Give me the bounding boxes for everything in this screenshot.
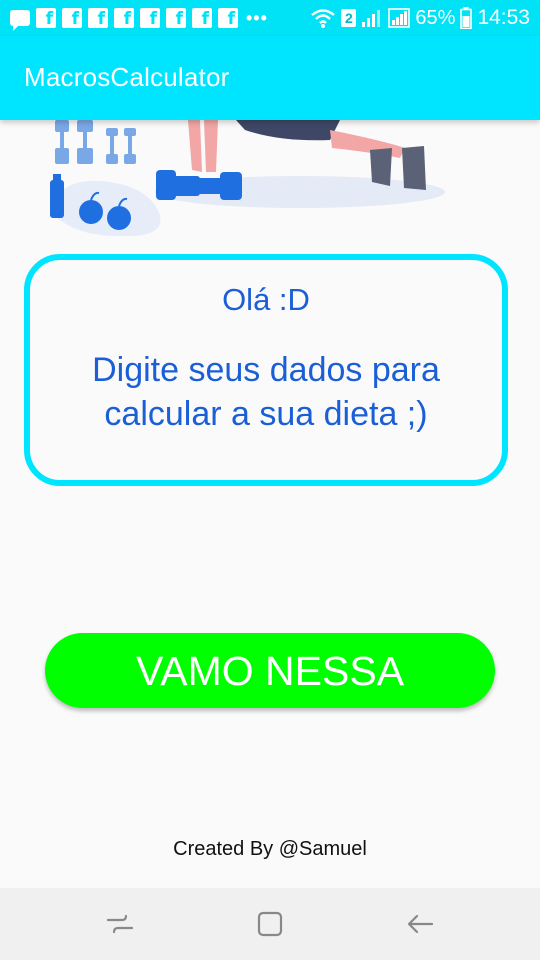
battery-icon — [460, 7, 473, 29]
facebook-icon: f — [218, 8, 238, 28]
facebook-icon: f — [36, 8, 56, 28]
more-dots-icon: ••• — [246, 8, 268, 28]
message-card: Olá :D Digite seus dados para calcular a… — [24, 254, 508, 486]
status-bar: f f f f f f f f ••• 2 65% 14:53 — [0, 0, 540, 36]
signal-icon — [362, 10, 381, 27]
facebook-icon: f — [166, 8, 186, 28]
app-title: MacrosCalculator — [24, 62, 230, 92]
app-bar: MacrosCalculator — [0, 36, 540, 120]
bottle-icon — [50, 174, 64, 218]
battery-percent: 65% — [415, 7, 456, 29]
navigation-bar — [0, 888, 540, 960]
facebook-icon: f — [192, 8, 212, 28]
facebook-icon: f — [114, 8, 134, 28]
system-icons: 2 65% 14:53 — [310, 6, 530, 30]
chat-icon — [10, 10, 30, 31]
fitness-illustration — [50, 120, 445, 237]
illustration-blob — [50, 180, 161, 237]
facebook-icon: f — [62, 8, 82, 28]
start-button[interactable]: VAMO NESSA — [45, 633, 495, 708]
facebook-icon: f — [88, 8, 108, 28]
home-icon[interactable] — [252, 906, 288, 942]
dumbbells-icon — [55, 120, 136, 164]
back-icon[interactable] — [402, 906, 438, 942]
clock: 14:53 — [477, 6, 530, 29]
recent-apps-icon[interactable] — [102, 906, 138, 942]
wifi-icon — [311, 9, 336, 28]
facebook-icon: f — [140, 8, 160, 28]
notification-icons: f f f f f f f f ••• — [10, 7, 268, 31]
greeting-text: Olá :D — [222, 282, 310, 317]
credits-text: Created By @Samuel — [173, 838, 367, 860]
signal-icon — [388, 8, 411, 28]
sim-badge: 2 — [341, 9, 357, 27]
instruction-text: Digite seus dados para calcular a sua di… — [92, 351, 440, 433]
